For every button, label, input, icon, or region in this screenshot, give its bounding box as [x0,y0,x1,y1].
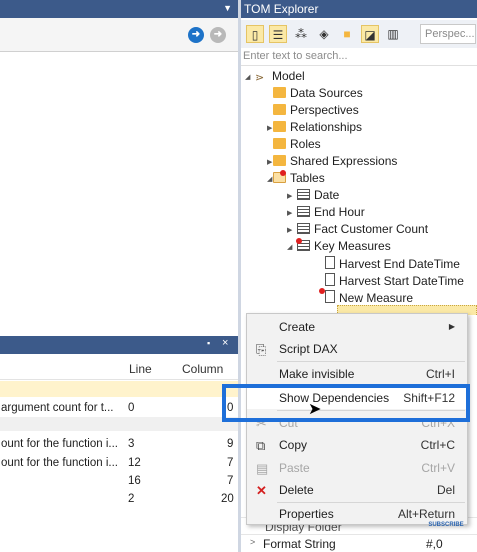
menu-item-script-dax[interactable]: ⎘ Script DAX [247,338,467,360]
dropdown-icon[interactable]: ▼ [223,3,232,13]
watermark-logo: SUBSCRIBE [428,522,464,528]
folder-icon [273,121,286,132]
table-row[interactable]: ount for the function i... 12 7 [0,455,238,474]
editor-pane: ▼ ➜ ➜ [0,0,238,332]
tree-node-data-sources[interactable]: Data Sources [273,86,363,103]
error-list-header: Line Column [0,356,238,380]
search-input[interactable]: Enter text to search... [241,50,477,66]
pin-icon[interactable]: ▪ [207,338,210,348]
error-list-title-bar: ▪ × [0,336,238,354]
columns-view-icon[interactable]: ▥ [384,25,402,43]
cube-icon[interactable]: ◈ [315,25,333,43]
folder-icon [273,138,286,149]
folder-icon [273,87,286,98]
column-header-line[interactable]: Line [129,362,152,376]
measure-icon [325,290,335,303]
menu-item-copy[interactable]: ⧉ Copy Ctrl+C [247,434,467,456]
show-measures-icon[interactable]: ▯ [246,25,264,43]
table-row[interactable]: 2 20 [0,491,238,510]
hidden-objects-icon[interactable]: ◪ [361,25,379,43]
property-row-format-string[interactable]: > Format String #,0 [241,534,477,552]
tree-node-measure-harvest-start[interactable]: Harvest Start DateTime [325,273,464,290]
panel-title-bar: TOM Explorer [241,0,477,18]
hierarchy-icon[interactable]: ⁂ [292,25,310,43]
error-indicator-icon [280,170,286,176]
tree-node-relationships[interactable]: ▶ Relationships [267,120,362,137]
menu-separator [277,361,465,362]
measure-icon [325,256,335,269]
menu-item-create[interactable]: Create ▶ [247,316,467,338]
copy-icon: ⧉ [256,438,266,453]
highlight-box [222,384,470,422]
folder-icon [273,104,286,115]
back-arrow-icon[interactable]: ➜ [188,27,204,43]
tree-node-roles[interactable]: Roles [273,137,321,154]
tree-node-table-end-hour[interactable]: ▶ End Hour [287,205,365,222]
script-icon: ⎘ [256,342,267,357]
expand-arrow-icon[interactable]: ▶ [287,226,297,234]
mouse-cursor-icon: ➤ [308,401,322,418]
expand-arrow-icon[interactable]: ▶ [287,209,297,217]
close-icon[interactable]: × [222,337,228,349]
menu-item-make-invisible[interactable]: Make invisible Ctrl+I [247,363,467,385]
paste-icon: ▤ [256,461,269,476]
column-header-column[interactable]: Column [182,362,223,376]
toolbar: ▯ ☰ ⁂ ◈ ■ ◪ ▥ Perspec... [241,20,477,48]
tree-node-measure-harvest-end[interactable]: Harvest End DateTime [325,256,460,273]
expand-arrow-icon[interactable]: ▶ [287,192,297,200]
perspective-dropdown[interactable]: Perspec... [420,24,476,44]
expand-arrow-icon[interactable]: > [250,537,255,547]
tree-node-shared-expressions[interactable]: ▶ Shared Expressions [267,154,397,171]
editor-title-bar: ▼ [0,0,238,18]
collapse-arrow-icon[interactable]: ◢ [287,243,297,251]
tree-node-table-key-measures[interactable]: ◢ Key Measures [287,239,391,256]
error-list-group-row [0,381,238,397]
delete-icon: ✕ [256,483,267,498]
folder-icon[interactable]: ■ [338,25,356,43]
show-columns-icon[interactable]: ☰ [269,25,287,43]
panel-title: TOM Explorer [244,2,319,16]
expression-editor[interactable] [0,52,238,332]
table-row[interactable]: 16 7 [0,473,238,492]
navigation-bar: ➜ ➜ [0,18,238,52]
table-row[interactable]: ount for the function i... 3 9 [0,436,238,455]
measure-icon [325,273,335,286]
table-icon [297,223,310,234]
tree-node-table-date[interactable]: ▶ Date [287,188,339,205]
submenu-arrow-icon: ▶ [448,322,455,331]
table-icon [297,206,310,217]
table-icon [297,189,310,200]
menu-item-delete[interactable]: ✕ Delete Del [247,479,467,501]
menu-item-paste[interactable]: ▤ Paste Ctrl+V [247,457,467,479]
model-icon: ⋗ [255,72,265,84]
forward-arrow-icon[interactable]: ➜ [210,27,226,43]
tree-node-model[interactable]: ◢ ⋗ Model [245,69,305,86]
error-indicator-icon [319,288,325,294]
collapse-arrow-icon[interactable]: ◢ [245,73,255,81]
folder-icon [273,155,286,166]
tree-node-table-fact-customer-count[interactable]: ▶ Fact Customer Count [287,222,428,239]
tree-node-perspectives[interactable]: Perspectives [273,103,359,120]
error-list-group-row [0,417,238,431]
tree-node-tables[interactable]: ◢ Tables [267,171,325,188]
error-indicator-icon [296,238,302,244]
